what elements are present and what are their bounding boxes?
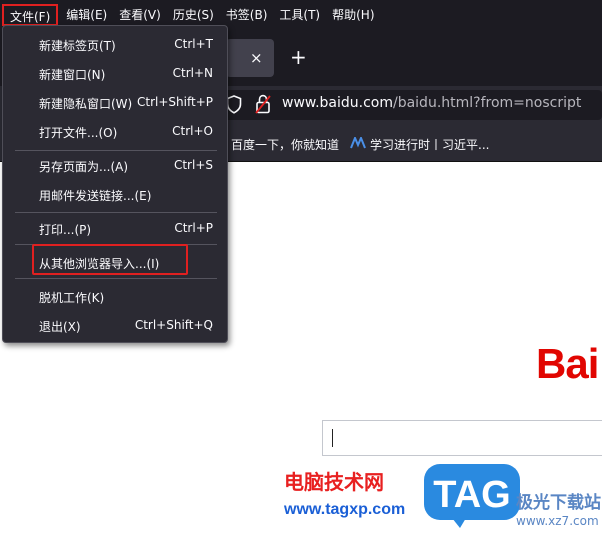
menu-separator bbox=[15, 150, 217, 151]
screenshot-root: 文件(F) 编辑(E) 查看(V) 历史(S) 书签(B) 工具(T) 帮助(H… bbox=[0, 0, 602, 539]
menu-edit[interactable]: 编辑(E) bbox=[60, 4, 113, 26]
menu-item-shortcut: Ctrl+Shift+P bbox=[137, 95, 213, 109]
menu-item-exit[interactable]: 退出(X) Ctrl+Shift+Q bbox=[3, 314, 229, 338]
baidu-logo: Bai bbox=[536, 340, 599, 387]
menu-item-label: 用邮件发送链接...(E) bbox=[39, 189, 152, 203]
menu-item-shortcut: Ctrl+T bbox=[174, 37, 213, 51]
watermark-site: 极光下载站 bbox=[516, 493, 601, 513]
url-host: www.baidu.com bbox=[282, 95, 393, 111]
new-tab-button[interactable]: + bbox=[290, 47, 307, 67]
menu-view[interactable]: 查看(V) bbox=[113, 4, 167, 26]
menu-item-label: 新建隐私窗口(W) bbox=[39, 97, 133, 111]
menu-history[interactable]: 历史(S) bbox=[167, 4, 220, 26]
url-text[interactable]: www.baidu.com/baidu.html?from=noscript bbox=[282, 95, 581, 111]
menu-item-shortcut: Ctrl+S bbox=[173, 158, 213, 172]
menu-separator bbox=[15, 278, 217, 279]
menu-bookmarks[interactable]: 书签(B) bbox=[220, 4, 274, 26]
menu-item-open-file[interactable]: 打开文件...(O) Ctrl+O bbox=[3, 120, 229, 144]
lock-insecure-icon[interactable] bbox=[255, 94, 271, 114]
menu-item-shortcut: Ctrl+N bbox=[172, 66, 213, 80]
tag-logo-text: TAG bbox=[433, 474, 510, 516]
menu-item-new-window[interactable]: 新建窗口(N) Ctrl+N bbox=[3, 62, 229, 86]
watermark-text: 电脑技术网 bbox=[284, 470, 384, 494]
menu-tools[interactable]: 工具(T) bbox=[273, 4, 326, 26]
menu-item-save-page-as[interactable]: 另存页面为...(A) Ctrl+S bbox=[3, 154, 229, 178]
menu-item-shortcut: Ctrl+P bbox=[174, 221, 213, 235]
bookmark-baidu[interactable]: 百度一下，你就知道 bbox=[231, 136, 339, 153]
bookmark-xuexi[interactable]: 学习进行时丨习近平... bbox=[370, 136, 489, 153]
menu-item-label: 退出(X) bbox=[39, 320, 81, 334]
menu-item-label: 打印...(P) bbox=[39, 223, 92, 237]
menu-item-new-tab[interactable]: 新建标签页(T) Ctrl+T bbox=[3, 33, 229, 57]
annotation-highlight-box bbox=[32, 244, 188, 275]
text-caret bbox=[332, 429, 333, 447]
close-tab-icon[interactable]: × bbox=[250, 50, 263, 66]
menu-file[interactable]: 文件(F) bbox=[2, 4, 59, 26]
menu-item-shortcut: Ctrl+O bbox=[172, 124, 213, 138]
menu-item-work-offline[interactable]: 脱机工作(K) bbox=[3, 285, 229, 309]
menu-item-label: 脱机工作(K) bbox=[39, 291, 105, 305]
file-menu-popup: 新建标签页(T) Ctrl+T 新建窗口(N) Ctrl+N 新建隐私窗口(W)… bbox=[2, 25, 228, 343]
menu-item-print[interactable]: 打印...(P) Ctrl+P bbox=[3, 217, 229, 241]
menu-item-new-private-window[interactable]: 新建隐私窗口(W) Ctrl+Shift+P bbox=[3, 91, 229, 115]
search-input[interactable] bbox=[322, 420, 602, 456]
menu-item-shortcut: Ctrl+Shift+Q bbox=[134, 318, 213, 332]
menu-item-label: 另存页面为...(A) bbox=[39, 160, 129, 174]
menu-item-label: 新建标签页(T) bbox=[39, 39, 116, 53]
menu-item-label: 新建窗口(N) bbox=[39, 68, 106, 82]
url-path: /baidu.html?from=noscript bbox=[392, 95, 582, 111]
menu-item-email-link[interactable]: 用邮件发送链接...(E) bbox=[3, 183, 229, 207]
tag-logo-icon: TAG bbox=[424, 464, 520, 528]
xuexi-favicon-icon bbox=[350, 137, 366, 149]
menu-help[interactable]: 帮助(H) bbox=[326, 4, 380, 26]
watermark-site-url: www.xz7.com bbox=[516, 514, 599, 528]
watermark-url: www.tagxp.com bbox=[284, 501, 406, 518]
menu-item-label: 打开文件...(O) bbox=[39, 126, 118, 140]
menu-separator bbox=[15, 212, 217, 213]
